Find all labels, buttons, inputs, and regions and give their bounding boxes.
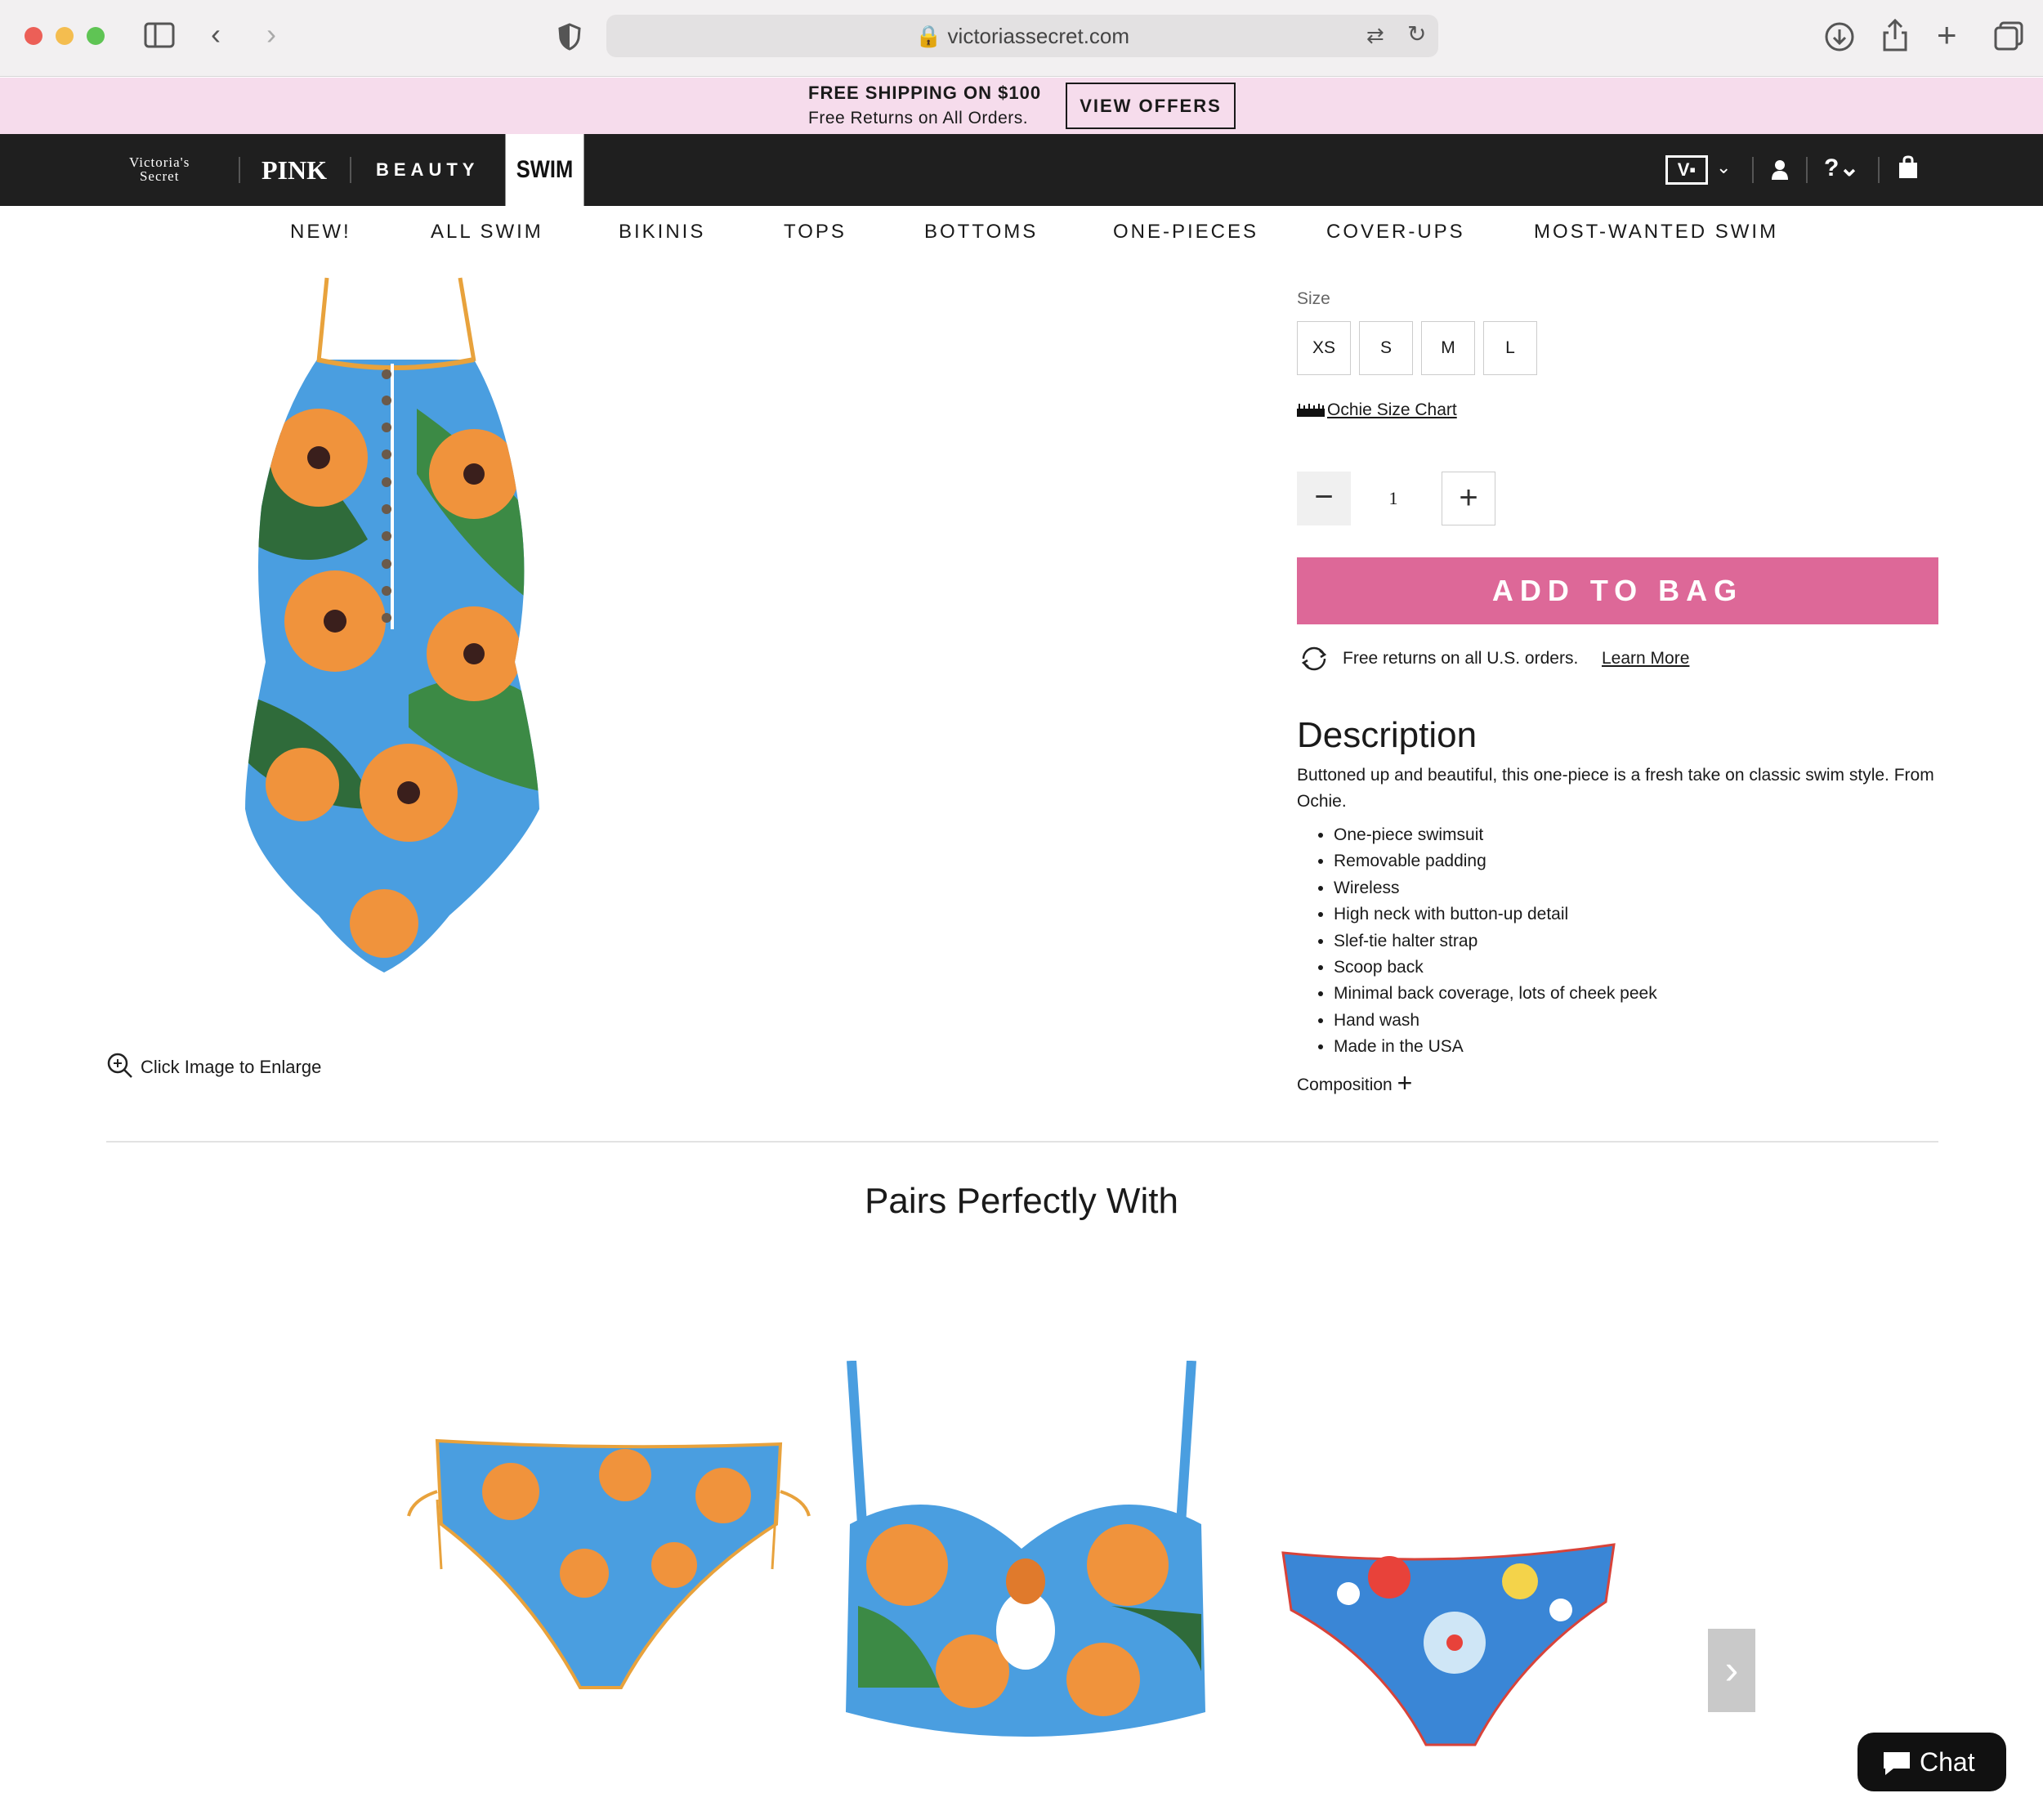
chat-label: Chat (1920, 1747, 1975, 1777)
quantity-decrease-button[interactable]: − (1297, 472, 1351, 525)
returns-text: Free returns on all U.S. orders. (1343, 649, 1579, 668)
enlarge-label: Click Image to Enlarge (141, 1057, 322, 1077)
translate-icon[interactable]: ⇄ (1366, 25, 1384, 46)
privacy-shield-icon[interactable] (557, 23, 582, 51)
brand-nav: Victoria's Secret PINK BEAUTY SWIM V▪ ⌄ … (0, 134, 2043, 206)
vs-logo-line2: Secret (139, 168, 180, 184)
subnav-bikinis[interactable]: BIKINIS (619, 221, 705, 244)
address-bar[interactable]: 🔒 victoriassecret.com (606, 15, 1438, 57)
size-s-button[interactable]: S (1359, 321, 1413, 375)
promo-title: FREE SHIPPING ON $100 (808, 83, 1042, 103)
size-xs-button[interactable]: XS (1297, 321, 1351, 375)
view-offers-button[interactable]: VIEW OFFERS (1066, 83, 1236, 129)
vs-logo-line1: Victoria's (129, 154, 190, 170)
chat-button[interactable]: Chat (1857, 1733, 2006, 1791)
download-icon[interactable] (1824, 21, 1855, 52)
subnav-one-pieces[interactable]: ONE-PIECES (1113, 221, 1258, 244)
composition-label: Composition (1297, 1075, 1393, 1094)
zoom-window-button[interactable] (87, 27, 105, 45)
help-icon[interactable]: ?⌄ (1824, 154, 1859, 182)
list-item: Slef-tie halter strap (1334, 928, 1657, 955)
subnav-most-wanted[interactable]: MOST-WANTED SWIM (1534, 221, 1778, 244)
promo-subtitle: Free Returns on All Orders. (808, 109, 1029, 127)
description-heading: Description (1297, 715, 1477, 755)
subnav-tops[interactable]: TOPS (784, 221, 847, 244)
carousel-next-button[interactable]: › (1708, 1629, 1755, 1712)
learn-more-link[interactable]: Learn More (1602, 649, 1689, 669)
description-bullets: One-piece swimsuit Removable padding Wir… (1334, 822, 1657, 1061)
brand-swim[interactable]: SWIM (505, 134, 584, 206)
back-icon[interactable]: ‹ (211, 20, 221, 49)
list-item: Hand wash (1334, 1008, 1657, 1034)
list-item: Minimal back coverage, lots of cheek pee… (1334, 981, 1657, 1007)
zoom-in-icon (107, 1053, 132, 1078)
list-item: Scoop back (1334, 955, 1657, 981)
size-m-button[interactable]: M (1421, 321, 1475, 375)
ruler-icon (1297, 404, 1325, 417)
list-item: High neck with button-up detail (1334, 901, 1657, 928)
list-item: Removable padding (1334, 848, 1657, 874)
forward-icon[interactable]: › (266, 20, 276, 49)
subnav-bottoms[interactable]: BOTTOMS (924, 221, 1038, 244)
pairs-heading: Pairs Perfectly With (865, 1181, 1178, 1221)
sidebar-icon[interactable] (144, 22, 177, 50)
section-divider (106, 1141, 1938, 1143)
brand-beauty[interactable]: BEAUTY (376, 134, 479, 206)
list-item: Wireless (1334, 875, 1657, 901)
size-l-button[interactable]: L (1483, 321, 1537, 375)
close-window-button[interactable] (25, 27, 42, 45)
recommended-floral-bottom[interactable] (1275, 1536, 1622, 1749)
composition-toggle[interactable]: Composition + (1297, 1067, 1413, 1098)
recommended-bikini-top[interactable] (842, 1361, 1209, 1761)
lock-icon: 🔒 (914, 24, 942, 48)
browser-toolbar: ‹ › 🔒 victoriassecret.com ⇄ ↻ + (0, 0, 2043, 77)
account-icon[interactable] (1770, 159, 1790, 181)
subnav-cover-ups[interactable]: COVER-UPS (1326, 221, 1465, 244)
list-item: Made in the USA (1334, 1034, 1657, 1060)
description-text: Buttoned up and beautiful, this one-piec… (1297, 766, 1934, 811)
chevron-right-icon: › (1724, 1647, 1739, 1693)
quantity-increase-button[interactable]: + (1442, 472, 1495, 525)
reload-icon[interactable]: ↻ (1407, 23, 1426, 46)
plus-icon: + (1397, 1068, 1413, 1098)
size-label: Size (1297, 289, 1330, 308)
victorias-secret-logo[interactable]: Victoria's Secret (129, 155, 190, 183)
add-to-bag-button[interactable]: ADD TO BAG (1297, 557, 1938, 624)
tab-overview-icon[interactable] (1994, 21, 2023, 51)
chat-bubble-icon (1884, 1752, 1910, 1775)
brand-pink[interactable]: PINK (262, 134, 327, 206)
size-chart-label: Ochie Size Chart (1327, 400, 1457, 419)
minimize-window-button[interactable] (56, 27, 74, 45)
share-icon[interactable] (1881, 18, 1909, 52)
vs-rewards-icon[interactable]: V▪ (1665, 155, 1708, 185)
product-image[interactable] (229, 270, 556, 981)
promo-banner: FREE SHIPPING ON $100 Free Returns on Al… (0, 78, 2043, 134)
quantity-value[interactable]: 1 (1373, 488, 1414, 509)
subnav-new[interactable]: NEW! (290, 221, 351, 244)
new-tab-icon[interactable]: + (1937, 18, 1957, 52)
chevron-down-icon[interactable]: ⌄ (1716, 157, 1731, 178)
refresh-arrows-icon (1301, 646, 1327, 671)
list-item: One-piece swimsuit (1334, 822, 1657, 848)
recommended-bikini-bottom[interactable] (405, 1426, 813, 1696)
subnav-all-swim[interactable]: ALL SWIM (431, 221, 543, 244)
shopping-bag-icon[interactable] (1898, 155, 1919, 180)
url-text: victoriassecret.com (947, 24, 1130, 48)
